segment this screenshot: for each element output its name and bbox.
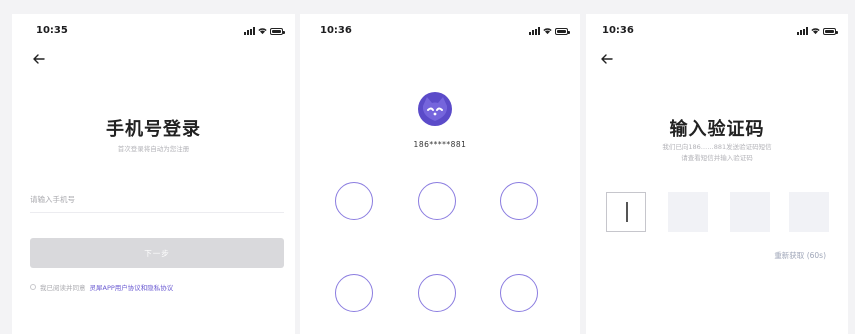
pattern-dot[interactable] [500,182,538,220]
status-bar: 10:35 [12,25,295,39]
pattern-screen: 10:36 186*****881 [300,14,580,334]
wifi-icon [811,28,820,35]
code-digit-input[interactable] [789,192,829,232]
verification-screen: 10:36 输入验证码 我们已向186……881发送验证码短信 请查看短信并输入… [586,14,848,334]
masked-phone-number: 186*****881 [413,140,467,149]
status-bar: 10:36 [586,25,848,39]
wifi-icon [543,28,552,35]
code-digit-input[interactable] [668,192,708,232]
wifi-icon [258,28,267,35]
page-subtitle: 首次登录将自动为您注册 [117,145,190,153]
code-digit-input[interactable] [606,192,646,232]
signal-icon [797,27,808,35]
pattern-dot[interactable] [418,274,456,312]
signal-icon [529,27,540,35]
arrow-left-icon[interactable] [32,52,46,66]
login-screen: 10:35 手机号登录 首次登录将自动为您注册 下一步 我已阅读并同意灵犀APP… [12,14,295,334]
cat-avatar-icon [418,92,452,126]
status-time: 10:36 [320,25,352,36]
resend-code-link[interactable]: 重新获取 (60s) [774,250,826,261]
page-title: 手机号登录 [106,119,201,140]
subtitle-line: 我们已向186……881发送验证码短信 [662,143,772,151]
status-bar: 10:36 [300,25,580,39]
status-time: 10:36 [602,25,634,36]
pattern-dot[interactable] [500,274,538,312]
status-time: 10:35 [36,25,68,36]
pattern-dot[interactable] [418,182,456,220]
code-digit-input[interactable] [730,192,770,232]
battery-icon [823,28,838,35]
pattern-dot[interactable] [335,274,373,312]
agreement-radio[interactable] [30,284,36,290]
battery-icon [555,28,570,35]
page-subtitle: 我们已向186……881发送验证码短信 请查看短信并输入验证码 [586,142,848,164]
text-caret [626,202,628,222]
agreement-row: 我已阅读并同意 灵犀APP用户协议和隐私协议 [30,282,173,292]
arrow-left-icon[interactable] [600,52,614,66]
pattern-dot[interactable] [335,182,373,220]
agreement-link[interactable]: 灵犀APP用户协议和隐私协议 [90,282,174,292]
page-title: 输入验证码 [669,119,765,140]
phone-number-input[interactable] [30,186,284,213]
subtitle-line: 请查看短信并输入验证码 [681,154,753,162]
screens-stage: 10:35 手机号登录 首次登录将自动为您注册 下一步 我已阅读并同意灵犀APP… [0,0,855,334]
next-button[interactable]: 下一步 [30,238,284,268]
agreement-text: 我已阅读并同意 [40,284,86,292]
signal-icon [244,27,255,35]
battery-icon [270,28,285,35]
